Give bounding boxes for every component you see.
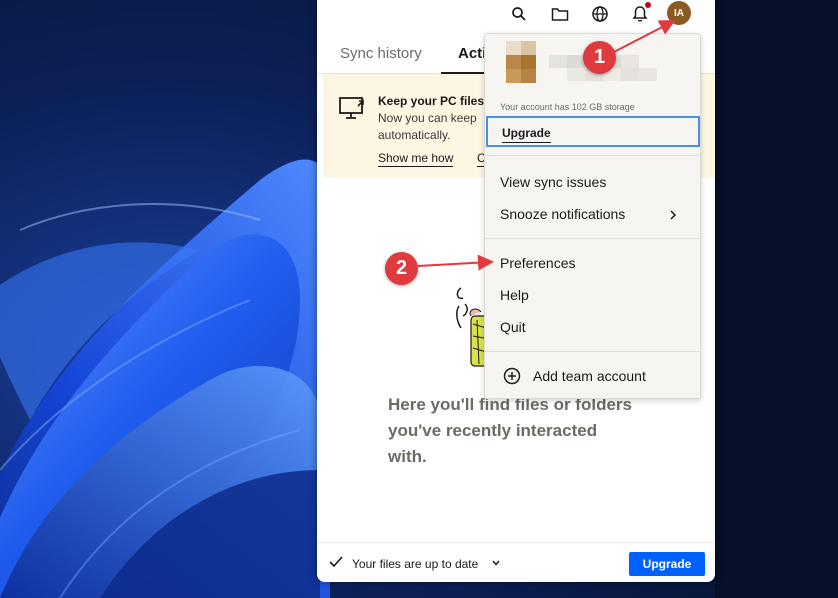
annotation-arrows [417, 20, 676, 271]
annotation-arrow-2 [417, 254, 494, 271]
annotation-badge-1: 1 [583, 41, 616, 74]
annotation-arrow-1 [613, 20, 676, 53]
annotation-badge-2: 2 [385, 252, 418, 285]
